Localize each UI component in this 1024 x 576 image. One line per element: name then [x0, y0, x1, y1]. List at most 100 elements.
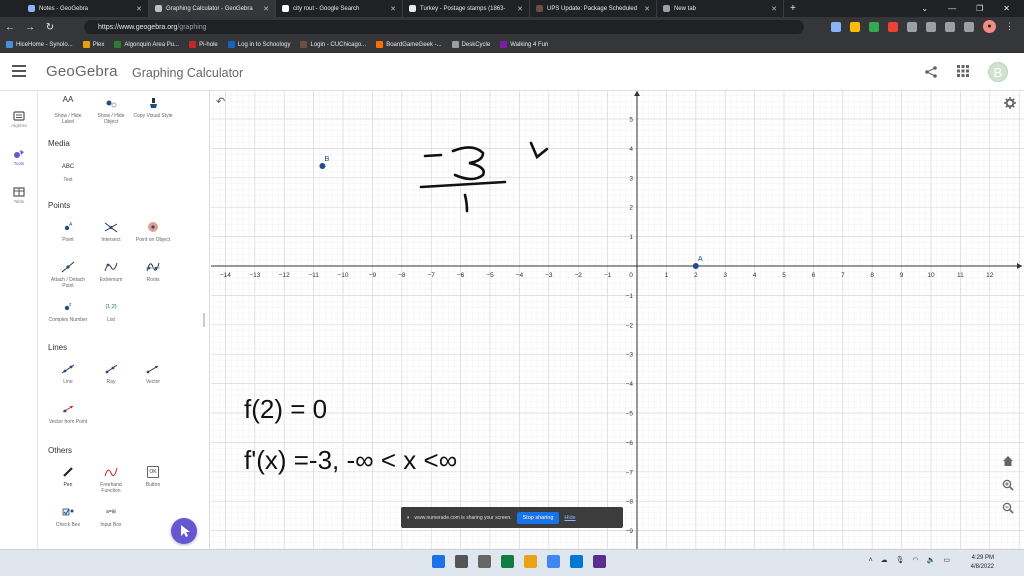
- chrome-icon[interactable]: [547, 555, 560, 568]
- bookmark-item[interactable]: Log in to Schoology: [227, 41, 290, 48]
- rail-algebra[interactable]: Algebra: [0, 111, 38, 128]
- profile-avatar[interactable]: ●: [983, 20, 996, 33]
- maximize-icon[interactable]: ❐: [976, 4, 983, 13]
- hide-banner-button[interactable]: Hide: [564, 515, 575, 521]
- search-icon[interactable]: [455, 555, 468, 568]
- tab-close-icon[interactable]: ✕: [263, 5, 269, 13]
- bookmark-item[interactable]: BoardGameGeek -...: [376, 41, 442, 48]
- close-window-icon[interactable]: ✕: [1003, 4, 1010, 13]
- tool-vector[interactable]: Vector: [133, 363, 173, 385]
- edge-icon[interactable]: [570, 555, 583, 568]
- tab-close-icon[interactable]: ✕: [136, 5, 142, 13]
- pointer-fab-button[interactable]: [171, 518, 197, 544]
- rail-table[interactable]: Table: [0, 187, 38, 204]
- tool-vector-from-point[interactable]: Vector from Point: [48, 403, 88, 425]
- tool-text[interactable]: ABC Text: [48, 161, 88, 183]
- browser-tab-5[interactable]: New tab ✕: [657, 0, 784, 17]
- microphone-icon[interactable]: 🎙: [896, 556, 905, 564]
- clock[interactable]: 4:29 PM 4/8/2022: [971, 554, 994, 572]
- home-icon[interactable]: [1002, 455, 1014, 467]
- tool-extremum[interactable]: Extremum: [91, 261, 131, 283]
- tools-scrollbar[interactable]: [203, 313, 205, 327]
- tool-check-box[interactable]: Check Box: [48, 506, 88, 528]
- undo-icon[interactable]: ↶: [216, 95, 225, 108]
- bookmark-item[interactable]: DeskCycle: [451, 41, 490, 48]
- coordinate-grid[interactable]: −14 −13 −12 −11 −10 −9 −8 −7 −6 −5 −4 −3 −2 −1 0 1 2 3 4 5 6…: [211, 91, 1024, 549]
- browser-tab-4[interactable]: UPS Update: Package Scheduled ✕: [530, 0, 657, 17]
- bookmark-item[interactable]: Login - CUChicago...: [300, 41, 366, 48]
- bookmark-item[interactable]: Pi-hole: [189, 41, 218, 48]
- zoom-out-icon[interactable]: [1002, 502, 1014, 514]
- tool-complex-number[interactable]: z Complex Number: [48, 301, 88, 323]
- file-explorer-icon[interactable]: [524, 555, 537, 568]
- tab-close-icon[interactable]: ✕: [771, 5, 777, 13]
- zoom-in-icon[interactable]: [1002, 479, 1014, 491]
- y-tick-label: −3: [626, 352, 634, 359]
- volume-icon[interactable]: 🔈: [927, 556, 936, 564]
- tool-attach-detach-point[interactable]: Attach / Detach Point: [48, 261, 88, 289]
- extension-icon[interactable]: [888, 21, 898, 32]
- share-icon[interactable]: [924, 65, 938, 79]
- cloud-icon[interactable]: ☁: [881, 556, 888, 564]
- clock-date: 4/8/2022: [970, 564, 994, 570]
- tab-close-icon[interactable]: ✕: [390, 5, 396, 13]
- clock-time: 4:29 PM: [971, 555, 994, 561]
- minimize-icon[interactable]: —: [948, 4, 956, 13]
- tool-roots[interactable]: Roots: [133, 261, 173, 283]
- wifi-icon[interactable]: ◠: [913, 556, 919, 564]
- graphics-view[interactable]: −14 −13 −12 −11 −10 −9 −8 −7 −6 −5 −4 −3 −2 −1 0 1 2 3 4 5 6…: [211, 91, 1024, 549]
- tool-input-box[interactable]: a=⊞ Input Box: [91, 506, 131, 528]
- extension-icon[interactable]: [831, 21, 841, 32]
- tool-show-hide-object[interactable]: Show / Hide Object: [91, 97, 131, 125]
- tool-button[interactable]: OK Button: [133, 466, 173, 488]
- browser-tab-1[interactable]: Graphing Calculator - GeoGebra ✕: [149, 0, 276, 17]
- extension-icon[interactable]: [926, 21, 936, 32]
- task-view-icon[interactable]: [478, 555, 491, 568]
- tool-show-hide-label[interactable]: AA Show / Hide Label: [48, 96, 88, 126]
- geogebra-logo[interactable]: GeoGebra: [46, 63, 118, 80]
- tool-pen[interactable]: Pen: [48, 466, 88, 488]
- puzzle-icon[interactable]: [945, 21, 955, 32]
- browser-tab-2[interactable]: city rout - Google Search ✕: [276, 0, 403, 17]
- tab-search-icon[interactable]: ⌄: [921, 4, 928, 13]
- tool-point-on-object[interactable]: Point on Object: [133, 221, 173, 243]
- tool-freehand-function[interactable]: Freehand Function: [91, 466, 131, 494]
- bookmark-item[interactable]: HiceHome - Synolo...: [6, 41, 73, 48]
- user-avatar[interactable]: B: [988, 62, 1008, 82]
- excel-icon[interactable]: [501, 555, 514, 568]
- more-menu-icon[interactable]: ⋮: [1005, 21, 1014, 32]
- stop-sharing-button[interactable]: Stop sharing: [516, 511, 560, 524]
- tab-close-icon[interactable]: ✕: [644, 5, 650, 13]
- tool-ray[interactable]: Ray: [91, 363, 131, 385]
- browser-tab-3[interactable]: Turkey - Postage stamps (1863- ✕: [403, 0, 530, 17]
- extension-icon[interactable]: [869, 21, 879, 32]
- tool-copy-visual-style[interactable]: Copy Visual Style: [133, 97, 173, 119]
- chevron-up-icon[interactable]: ˄: [869, 557, 873, 564]
- browser-tab-0[interactable]: Notes - GeoGebra ✕: [22, 0, 149, 17]
- start-icon[interactable]: [432, 555, 445, 568]
- extension-icon[interactable]: [850, 21, 860, 32]
- sidebar-icon[interactable]: [964, 21, 974, 32]
- reload-icon[interactable]: ↻: [40, 22, 60, 33]
- tab-close-icon[interactable]: ✕: [517, 5, 523, 13]
- tool-line[interactable]: Line: [48, 363, 88, 385]
- bookmark-item[interactable]: Plex: [82, 41, 104, 48]
- battery-icon[interactable]: ▭: [943, 556, 950, 564]
- menu-icon[interactable]: [12, 65, 26, 77]
- tool-point[interactable]: A Point: [48, 221, 88, 243]
- settings-gear-icon[interactable]: [1004, 97, 1016, 109]
- tool-label: Button: [145, 482, 161, 488]
- back-icon[interactable]: ←: [0, 22, 20, 33]
- forward-icon[interactable]: →: [20, 22, 40, 33]
- extension-icon[interactable]: [907, 21, 917, 32]
- apps-grid-icon[interactable]: [956, 65, 970, 79]
- tool-intersect[interactable]: Intersect: [91, 221, 131, 243]
- bookmark-item[interactable]: Algonquin Area Pu...: [114, 41, 179, 48]
- rail-tools[interactable]: Tools: [0, 149, 38, 166]
- tool-list[interactable]: {1,2} List: [91, 301, 131, 323]
- url-bar[interactable]: https://www.geogebra.org/graphing: [84, 20, 804, 34]
- bookmark-item[interactable]: Walking 4 Fun: [500, 41, 548, 48]
- new-tab-button[interactable]: +: [784, 3, 802, 14]
- algebra-icon: [13, 111, 25, 121]
- app-icon[interactable]: [593, 555, 606, 568]
